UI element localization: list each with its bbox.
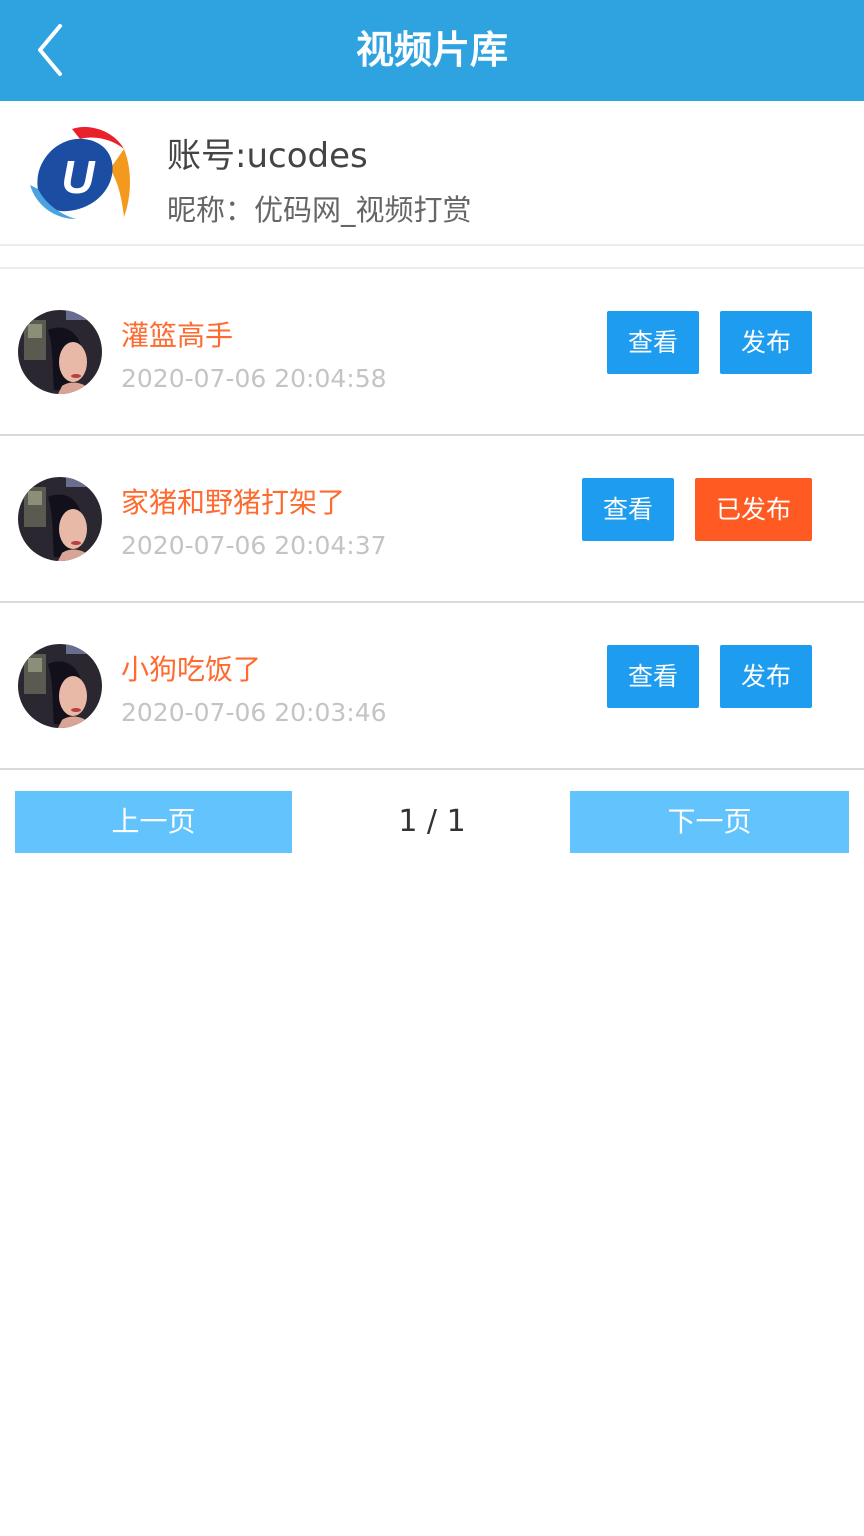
account-id: 账号:ucodes: [167, 136, 368, 176]
top-bar: 视频片库: [0, 0, 864, 101]
view-button[interactable]: 查看: [582, 478, 674, 541]
list-item: 灌篮高手 2020-07-06 20:04:58 查看 发布: [0, 269, 864, 436]
video-title: 小狗吃饭了: [121, 653, 262, 686]
list-item: 小狗吃饭了 2020-07-06 20:03:46 查看 发布: [0, 603, 864, 770]
avatar: [18, 310, 102, 394]
prev-page-button[interactable]: 上一页: [15, 791, 292, 853]
publish-button[interactable]: 发布: [720, 645, 812, 708]
next-page-button[interactable]: 下一页: [570, 791, 849, 853]
logo-letter: U: [61, 151, 96, 203]
video-title: 家猪和野猪打架了: [121, 486, 346, 519]
account-nickname: 昵称：优码网_视频打赏: [167, 193, 472, 227]
pagination: 上一页 1 / 1 下一页: [0, 791, 864, 853]
video-time: 2020-07-06 20:03:46: [121, 698, 387, 727]
avatar: [18, 477, 102, 561]
page-indicator: 1 / 1: [398, 804, 466, 839]
view-button[interactable]: 查看: [607, 311, 699, 374]
video-list: 灌篮高手 2020-07-06 20:04:58 查看 发布 家猪和野猪打架了 …: [0, 269, 864, 770]
publish-button[interactable]: 发布: [720, 311, 812, 374]
video-time: 2020-07-06 20:04:37: [121, 531, 387, 560]
view-button[interactable]: 查看: [607, 645, 699, 708]
chevron-left-icon: [38, 24, 62, 76]
list-item: 家猪和野猪打架了 2020-07-06 20:04:37 查看 已发布: [0, 436, 864, 603]
published-button[interactable]: 已发布: [695, 478, 812, 541]
video-title: 灌篮高手: [121, 319, 234, 352]
video-time: 2020-07-06 20:04:58: [121, 364, 387, 393]
back-button[interactable]: [30, 20, 80, 80]
app-logo: U: [30, 127, 130, 219]
account-panel: U 账号:ucodes 昵称：优码网_视频打赏: [0, 101, 864, 246]
page-title: 视频片库: [355, 28, 508, 72]
avatar: [18, 644, 102, 728]
